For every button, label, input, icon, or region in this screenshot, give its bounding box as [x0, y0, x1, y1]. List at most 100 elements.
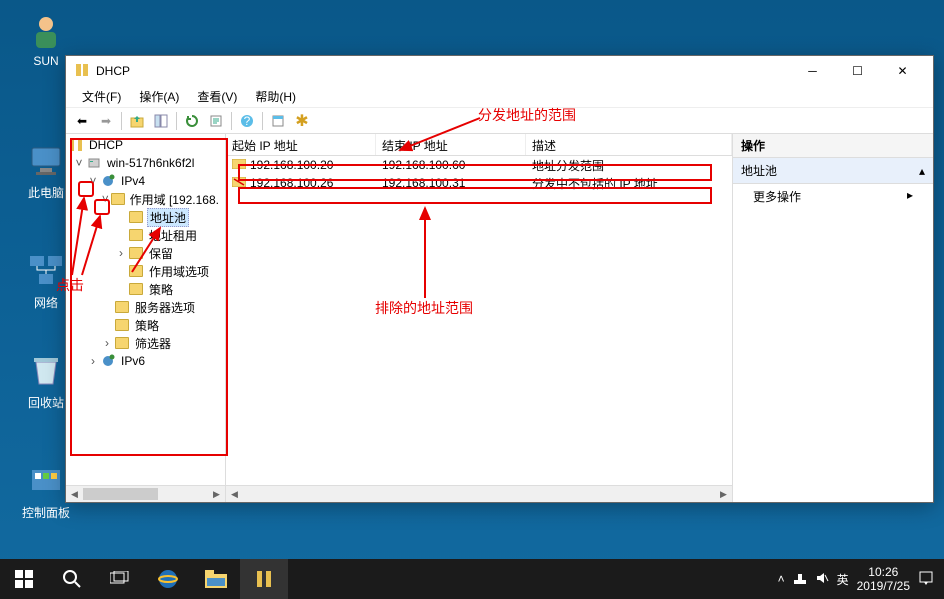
tree-reservations[interactable]: › 保留 [66, 244, 225, 262]
dhcp-window: DHCP ─ ☐ ✕ 文件(F) 操作(A) 查看(V) 帮助(H) ⬅ ➡ ?… [65, 55, 934, 503]
collapse-icon[interactable]: ▴ [919, 164, 925, 178]
tree-label: 服务器选项 [133, 299, 197, 316]
server-icon [86, 155, 102, 171]
close-button[interactable]: ✕ [880, 57, 925, 85]
folder-icon [128, 227, 144, 243]
search-button[interactable] [48, 559, 96, 599]
mmc-body: DHCP ˅ win-517h6nk6f2l ˅ IPv4 ˅ 作用域 [192… [66, 134, 933, 502]
desktop-icon-label: SUN [33, 54, 58, 68]
tree-address-pool[interactable]: 地址池 [66, 208, 225, 226]
tree-filters[interactable]: › 筛选器 [66, 334, 225, 352]
task-view-button[interactable] [96, 559, 144, 599]
network-tray-icon[interactable] [793, 571, 807, 588]
clock[interactable]: 10:26 2019/7/25 [857, 565, 910, 594]
scroll-left-button[interactable]: ◀ [226, 486, 243, 502]
back-button[interactable]: ⬅ [70, 110, 94, 132]
tree-label: 策略 [147, 281, 175, 298]
tree-server-policies[interactable]: 策略 [66, 316, 225, 334]
list-body[interactable]: 192.168.100.20 192.168.100.60 地址分发范围 192… [226, 156, 732, 485]
menu-help[interactable]: 帮助(H) [247, 86, 304, 107]
tree-leases[interactable]: 地址租用 [66, 226, 225, 244]
action-button[interactable]: ✱ [290, 110, 314, 132]
col-end-ip[interactable]: 结束 IP 地址 [376, 134, 526, 155]
scroll-track[interactable] [243, 486, 715, 502]
filter-icon [114, 335, 130, 351]
computer-icon [26, 140, 66, 180]
network-icon [26, 250, 66, 290]
folder-icon [128, 209, 144, 225]
notifications-tray-icon[interactable] [918, 570, 934, 589]
ipv4-icon [100, 173, 116, 189]
minimize-button[interactable]: ─ [790, 57, 835, 85]
refresh-button[interactable] [180, 110, 204, 132]
show-hide-button[interactable] [149, 110, 173, 132]
tree-scrollbar[interactable]: ◀ ▶ [66, 485, 225, 502]
tree-ipv6[interactable]: › IPv6 [66, 352, 225, 370]
col-start-ip[interactable]: 起始 IP 地址 [226, 134, 376, 155]
tree-server[interactable]: ˅ win-517h6nk6f2l [66, 154, 225, 172]
actions-context[interactable]: 地址池 ▴ [733, 158, 933, 184]
titlebar[interactable]: DHCP ─ ☐ ✕ [66, 56, 933, 86]
desktop-icon-label: 此电脑 [28, 186, 64, 200]
expand-toggle[interactable]: › [114, 246, 128, 260]
scroll-right-button[interactable]: ▶ [715, 486, 732, 502]
help-button[interactable]: ? [235, 110, 259, 132]
start-button[interactable] [0, 559, 48, 599]
tree-scope[interactable]: ˅ 作用域 [192.168. [66, 190, 225, 208]
tree-label: 作用域 [192.168. [128, 191, 221, 208]
tree-label: IPv6 [119, 354, 147, 368]
list-row[interactable]: 192.168.100.20 192.168.100.60 地址分发范围 [226, 156, 732, 174]
scroll-left-button[interactable]: ◀ [66, 486, 83, 502]
maximize-button[interactable]: ☐ [835, 57, 880, 85]
menu-file[interactable]: 文件(F) [74, 86, 129, 107]
menu-action[interactable]: 操作(A) [131, 86, 187, 107]
cell-end: 192.168.100.31 [382, 176, 465, 190]
forward-button[interactable]: ➡ [94, 110, 118, 132]
up-button[interactable] [125, 110, 149, 132]
tree-scope-policies[interactable]: 策略 [66, 280, 225, 298]
list-header: 起始 IP 地址 结束 IP 地址 描述 [226, 134, 732, 156]
list-row[interactable]: 192.168.100.26 192.168.100.31 分发中不包括的 IP… [226, 174, 732, 192]
ime-indicator[interactable]: 英 [837, 571, 849, 588]
dhcp-app-icon [74, 62, 90, 81]
window-title: DHCP [96, 64, 130, 78]
menu-view[interactable]: 查看(V) [189, 86, 245, 107]
cell-start: 192.168.100.20 [250, 158, 333, 172]
chevron-right-icon: ▸ [907, 188, 913, 202]
expand-toggle[interactable]: › [86, 354, 100, 368]
options-icon [128, 263, 144, 279]
tree-root[interactable]: DHCP [66, 136, 225, 154]
dhcp-taskbar-button[interactable] [240, 559, 288, 599]
tree-label: 地址池 [147, 208, 189, 227]
folder-icon [128, 245, 144, 261]
expand-toggle[interactable]: › [100, 336, 114, 350]
ipv6-icon [100, 353, 116, 369]
tree-ipv4[interactable]: ˅ IPv4 [66, 172, 225, 190]
list-scrollbar[interactable]: ◀ ▶ [226, 485, 732, 502]
actions-more[interactable]: 更多操作 ▸ [733, 184, 933, 209]
volume-tray-icon[interactable] [815, 571, 829, 588]
scroll-right-button[interactable]: ▶ [208, 486, 225, 502]
tree-label: IPv4 [119, 174, 147, 188]
export-button[interactable] [204, 110, 228, 132]
tree-panel[interactable]: DHCP ˅ win-517h6nk6f2l ˅ IPv4 ˅ 作用域 [192… [66, 134, 226, 502]
expand-toggle[interactable]: ˅ [100, 192, 111, 206]
properties-button[interactable] [266, 110, 290, 132]
expand-toggle[interactable]: ˅ [72, 156, 86, 170]
scroll-track[interactable] [83, 486, 208, 502]
col-description[interactable]: 描述 [526, 134, 732, 155]
explorer-button[interactable] [192, 559, 240, 599]
scroll-thumb[interactable] [83, 488, 158, 500]
tree-scope-options[interactable]: 作用域选项 [66, 262, 225, 280]
exclusion-icon [232, 176, 246, 190]
tree-server-options[interactable]: 服务器选项 [66, 298, 225, 316]
cell-end: 192.168.100.60 [382, 158, 465, 172]
expand-toggle[interactable]: ˅ [86, 174, 100, 188]
policy-icon [114, 317, 130, 333]
control-panel-icon [26, 460, 66, 500]
ie-button[interactable] [144, 559, 192, 599]
tree-label: 保留 [147, 245, 175, 262]
dhcp-icon [68, 137, 84, 153]
tree-label: 地址租用 [147, 227, 199, 244]
tray-chevron-icon[interactable]: ˄ [778, 572, 785, 586]
